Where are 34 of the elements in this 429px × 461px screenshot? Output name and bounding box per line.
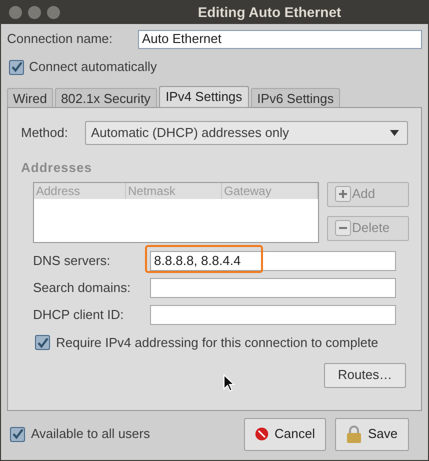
tab[interactable]: IPv4 Settings: [158, 86, 250, 107]
method-dropdown[interactable]: Automatic (DHCP) addresses only: [85, 121, 408, 145]
checkbox-label: Available to all users: [31, 425, 151, 444]
plus-icon: [335, 186, 351, 202]
field-label: Method:: [21, 124, 69, 142]
input-field[interactable]: [150, 304, 396, 324]
padlock-icon: [346, 425, 362, 443]
mouse-pointer-icon: [223, 374, 235, 392]
dropdown-arrow-icon: [390, 130, 399, 136]
section-heading: Addresses: [21, 160, 92, 175]
checkbox[interactable]: [10, 426, 25, 442]
cancel-button[interactable]: Cancel: [244, 418, 326, 450]
checkbox[interactable]: [35, 335, 50, 350]
window-button[interactable]: [47, 6, 60, 18]
field-label: Search domains:: [33, 278, 132, 297]
window-button[interactable]: [28, 6, 41, 18]
input-field[interactable]: 8.8.8.8, 8.8.4.4: [150, 250, 396, 270]
save-button[interactable]: Save: [335, 418, 409, 450]
field-label: Connection name:: [7, 30, 114, 48]
tab[interactable]: Wired: [7, 88, 53, 107]
tab[interactable]: 802.1x Security: [54, 88, 157, 107]
checkbox[interactable]: [9, 60, 24, 74]
routes-button[interactable]: Routes…: [324, 362, 406, 388]
checkbox-label: Require IPv4 addressing for this connection to complete: [56, 334, 378, 352]
cancel-icon: [255, 425, 269, 443]
field-label: DNS servers:: [33, 252, 112, 270]
connection-name-field[interactable]: Auto Ethernet: [138, 30, 422, 48]
input-field[interactable]: [150, 278, 396, 298]
window-title: Editing Auto Ethernet: [196, 2, 342, 22]
window-button[interactable]: [9, 6, 22, 18]
minus-icon: [335, 220, 351, 236]
checkbox-label: Connect automatically: [29, 58, 157, 76]
tab[interactable]: IPv6 Settings: [251, 88, 340, 107]
field-label: DHCP client ID:: [33, 306, 125, 324]
